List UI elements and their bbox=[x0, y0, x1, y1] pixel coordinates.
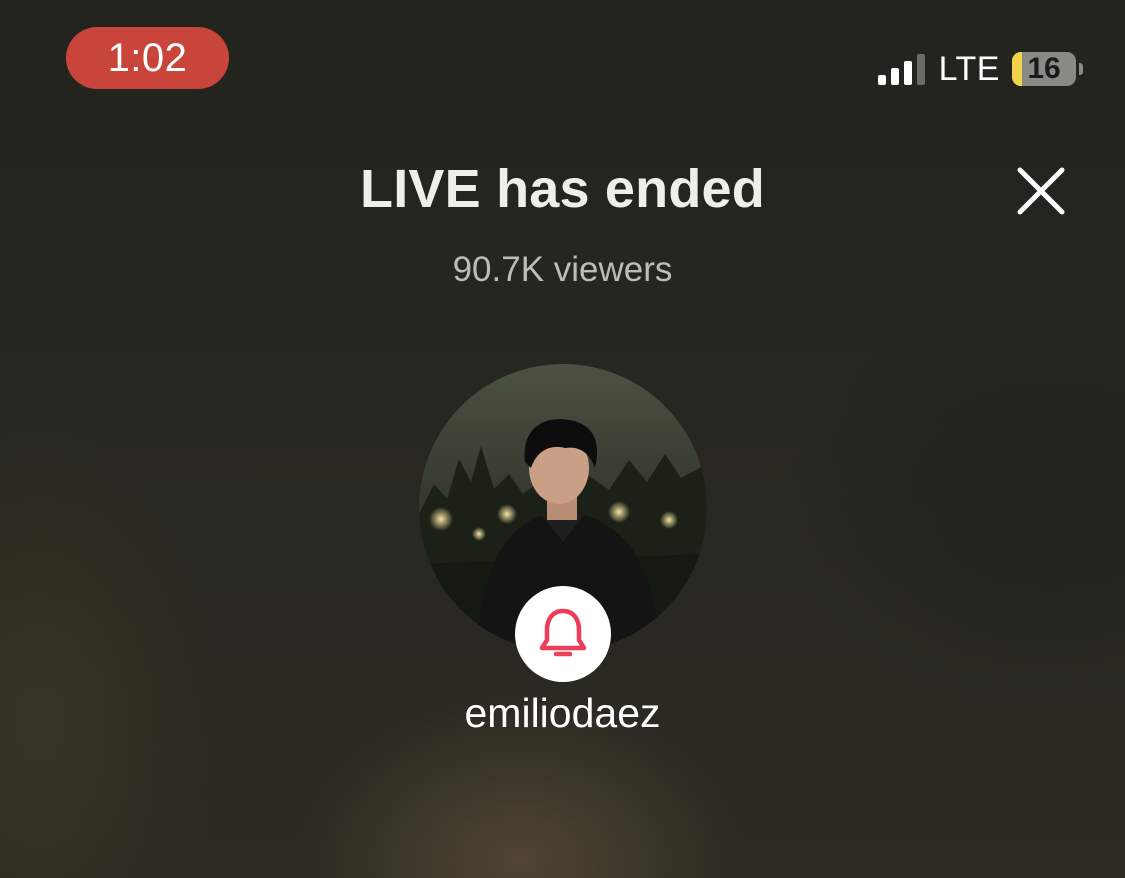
battery-fill bbox=[1012, 52, 1023, 86]
signal-bar bbox=[916, 54, 925, 85]
signal-bar bbox=[903, 61, 912, 85]
signal-bar bbox=[877, 75, 886, 85]
battery-level: 16 bbox=[1027, 52, 1061, 85]
battery-icon: 16 bbox=[1012, 52, 1076, 86]
time-pill[interactable]: 1:02 bbox=[66, 27, 229, 89]
bell-icon bbox=[539, 608, 587, 657]
viewer-count: 90.7K viewers bbox=[452, 250, 673, 289]
notify-button[interactable] bbox=[515, 586, 611, 682]
battery-tip bbox=[1079, 63, 1083, 75]
close-button[interactable] bbox=[1012, 162, 1070, 220]
signal-strength-icon bbox=[877, 53, 925, 85]
close-icon bbox=[1017, 167, 1065, 215]
network-type: LTE bbox=[938, 49, 1000, 88]
creator-username[interactable]: emiliodaez bbox=[0, 690, 1125, 737]
page-title: LIVE has ended bbox=[360, 159, 765, 219]
status-time: 1:02 bbox=[107, 35, 188, 80]
signal-bar bbox=[890, 68, 899, 85]
status-indicators: LTE 16 bbox=[877, 49, 1083, 88]
